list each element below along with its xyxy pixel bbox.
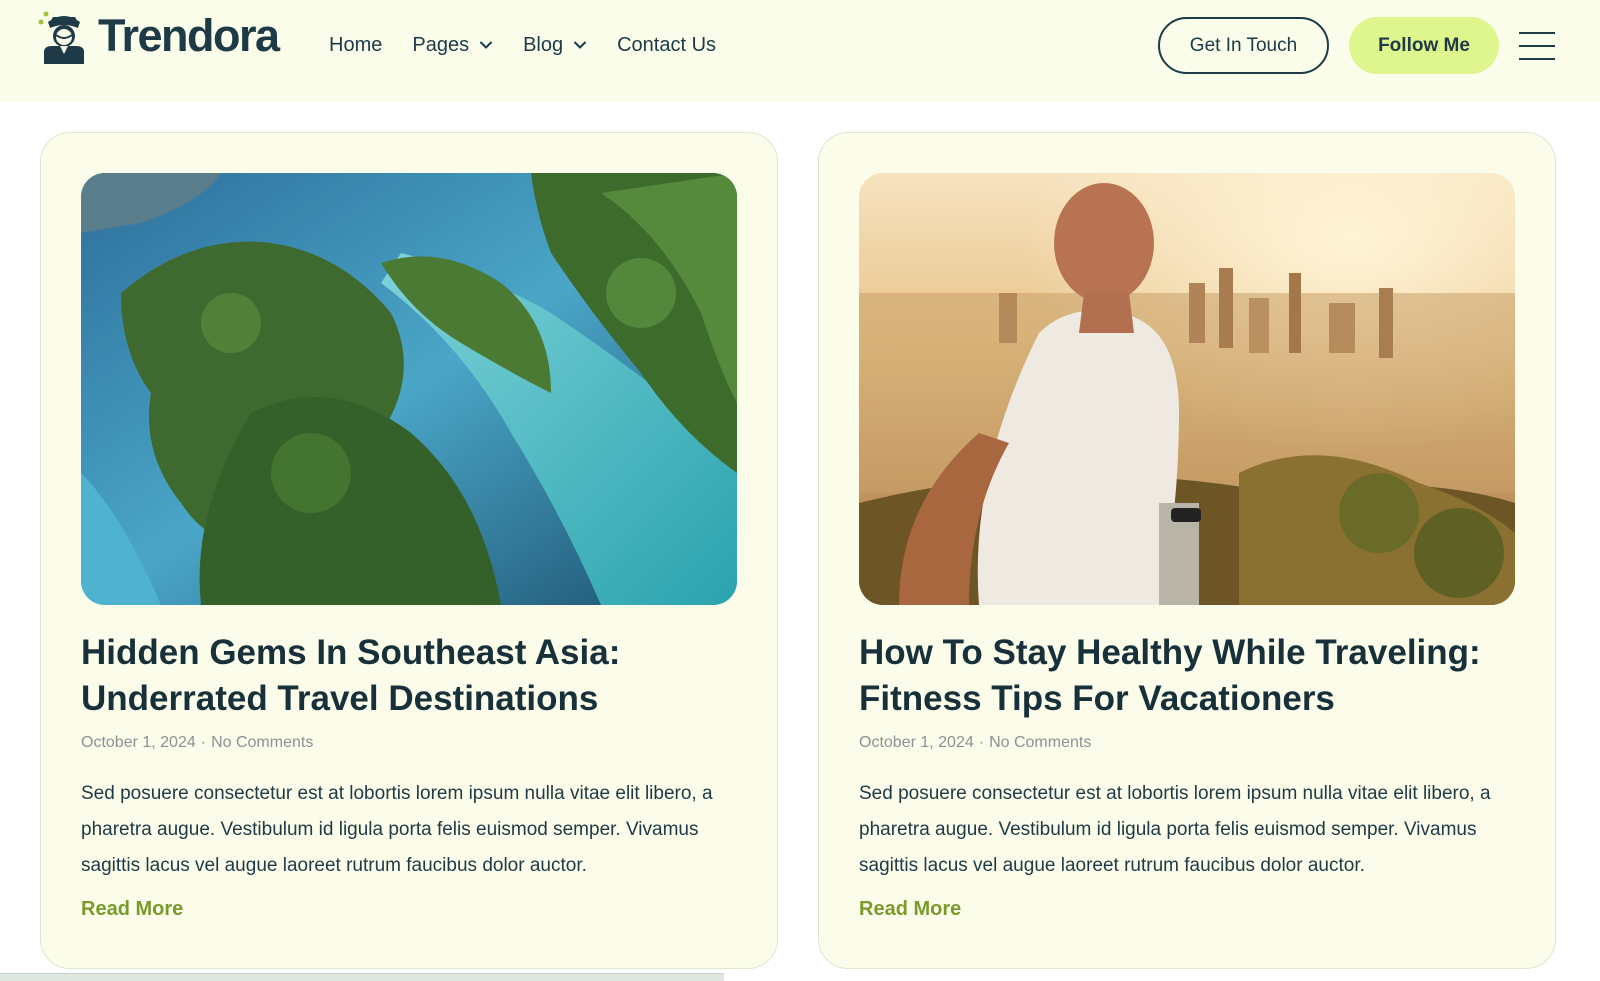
hamburger-menu-icon[interactable] (1519, 32, 1555, 62)
traveler-avatar-icon (38, 11, 84, 64)
nav-label: Pages (412, 34, 470, 56)
read-more-link[interactable]: Read More (859, 898, 961, 921)
post-image-runner[interactable] (859, 173, 1515, 605)
post-comments[interactable]: No Comments (989, 734, 1091, 752)
meta-separator: · (200, 734, 207, 751)
nav-label: Blog (523, 34, 564, 56)
blog-card: Hidden Gems In Southeast Asia: Underrate… (40, 132, 778, 969)
main-nav: Home Pages Blog Contact Us (329, 30, 746, 60)
meta-separator: · (978, 734, 985, 751)
post-image-islands[interactable] (81, 173, 737, 605)
follow-me-button[interactable]: Follow Me (1349, 17, 1499, 74)
post-comments[interactable]: No Comments (211, 734, 313, 752)
post-excerpt: Sed posuere consectetur est at lobortis … (81, 783, 713, 876)
nav-item-pages[interactable]: Pages (412, 30, 493, 60)
nav-label: Home (329, 34, 383, 56)
site-header: Trendora Home Pages Blog Contact Us Get … (0, 0, 1600, 102)
aerial-islands-image (81, 173, 737, 605)
horizontal-scrollbar[interactable] (0, 973, 724, 981)
post-date[interactable]: October 1, 2024 (81, 734, 196, 752)
post-title[interactable]: How To Stay Healthy While Traveling: Fit… (859, 630, 1519, 722)
brand-logo[interactable]: Trendora (38, 8, 280, 64)
chevron-down-icon (480, 41, 493, 49)
nav-label: Contact Us (617, 34, 717, 56)
blog-card: How To Stay Healthy While Traveling: Fit… (818, 132, 1556, 969)
read-more-link[interactable]: Read More (81, 898, 183, 921)
post-excerpt: Sed posuere consectetur est at lobortis … (859, 783, 1491, 876)
get-in-touch-button[interactable]: Get In Touch (1158, 17, 1329, 74)
nav-item-home[interactable]: Home (329, 30, 382, 60)
post-date[interactable]: October 1, 2024 (859, 734, 974, 752)
post-title[interactable]: Hidden Gems In Southeast Asia: Underrate… (81, 630, 741, 722)
brand-name: Trendora (98, 10, 280, 61)
post-meta: October 1, 2024 · No Comments (859, 734, 1091, 752)
runner-city-image (859, 173, 1515, 605)
post-meta: October 1, 2024 · No Comments (81, 734, 313, 752)
nav-item-blog[interactable]: Blog (523, 30, 587, 60)
nav-item-contact[interactable]: Contact Us (617, 30, 716, 60)
chevron-down-icon (574, 41, 587, 49)
